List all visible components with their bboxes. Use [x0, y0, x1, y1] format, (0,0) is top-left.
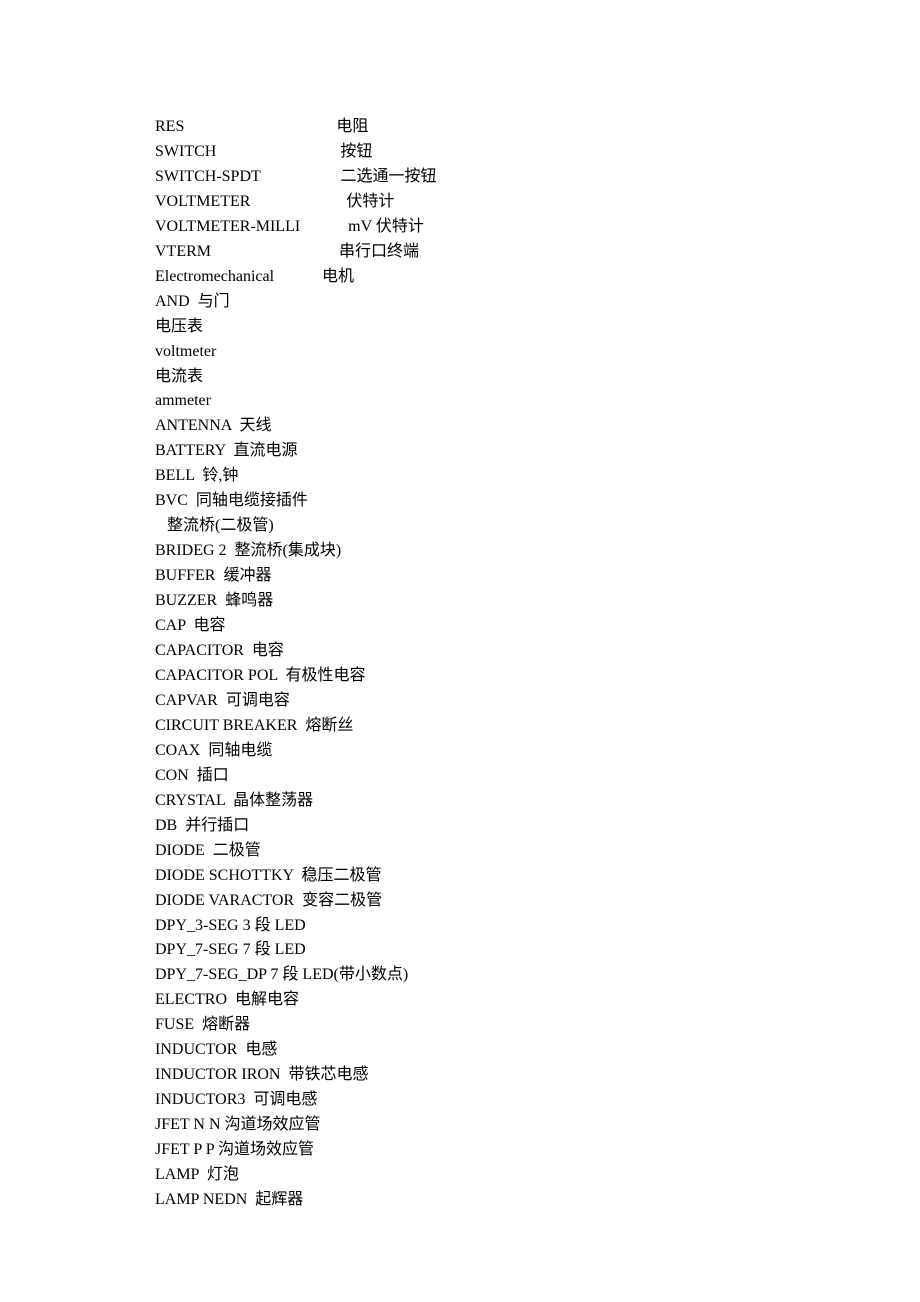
text-line: INDUCTOR3 可调电感 — [155, 1088, 800, 1113]
text-line: 整流桥(二极管) — [155, 514, 800, 539]
text-line: VOLTMETER-MILLI mV 伏特计 — [155, 215, 800, 240]
text-line: CAP 电容 — [155, 614, 800, 639]
text-line: DIODE 二极管 — [155, 839, 800, 864]
text-line: COAX 同轴电缆 — [155, 739, 800, 764]
text-line: BRIDEG 2 整流桥(集成块) — [155, 539, 800, 564]
text-line: BELL 铃,钟 — [155, 464, 800, 489]
text-line: INDUCTOR 电感 — [155, 1038, 800, 1063]
text-line: JFET N N 沟道场效应管 — [155, 1113, 800, 1138]
text-line: DB 并行插口 — [155, 814, 800, 839]
document-page: RES 电阻 SWITCH 按钮 SWITCH-SPDT 二选通一按钮 VOLT… — [0, 0, 920, 1273]
text-line: DIODE VARACTOR 变容二极管 — [155, 889, 800, 914]
text-line: INDUCTOR IRON 带铁芯电感 — [155, 1063, 800, 1088]
text-line: CAPVAR 可调电容 — [155, 689, 800, 714]
text-line: LAMP NEDN 起辉器 — [155, 1188, 800, 1213]
text-line: ANTENNA 天线 — [155, 414, 800, 439]
text-line: VOLTMETER 伏特计 — [155, 190, 800, 215]
text-line: CON 插口 — [155, 764, 800, 789]
text-line: FUSE 熔断器 — [155, 1013, 800, 1038]
text-line: voltmeter — [155, 340, 800, 365]
text-line: AND 与门 — [155, 290, 800, 315]
text-line: SWITCH-SPDT 二选通一按钮 — [155, 165, 800, 190]
text-line: DPY_3-SEG 3 段 LED — [155, 914, 800, 939]
text-line: ELECTRO 电解电容 — [155, 988, 800, 1013]
text-line: RES 电阻 — [155, 115, 800, 140]
text-line: DPY_7-SEG_DP 7 段 LED(带小数点) — [155, 963, 800, 988]
text-line: DIODE SCHOTTKY 稳压二极管 — [155, 864, 800, 889]
text-line: DPY_7-SEG 7 段 LED — [155, 938, 800, 963]
text-line: LAMP 灯泡 — [155, 1163, 800, 1188]
text-line: CRYSTAL 晶体整荡器 — [155, 789, 800, 814]
text-line: BUFFER 缓冲器 — [155, 564, 800, 589]
text-line: CAPACITOR POL 有极性电容 — [155, 664, 800, 689]
text-line: 电流表 — [155, 365, 800, 390]
text-line: BATTERY 直流电源 — [155, 439, 800, 464]
text-line: JFET P P 沟道场效应管 — [155, 1138, 800, 1163]
text-line: BVC 同轴电缆接插件 — [155, 489, 800, 514]
text-line: VTERM 串行口终端 — [155, 240, 800, 265]
text-line: Electromechanical 电机 — [155, 265, 800, 290]
text-line: CAPACITOR 电容 — [155, 639, 800, 664]
text-line: 电压表 — [155, 315, 800, 340]
text-line: ammeter — [155, 389, 800, 414]
text-line: SWITCH 按钮 — [155, 140, 800, 165]
text-line: CIRCUIT BREAKER 熔断丝 — [155, 714, 800, 739]
text-line: BUZZER 蜂鸣器 — [155, 589, 800, 614]
